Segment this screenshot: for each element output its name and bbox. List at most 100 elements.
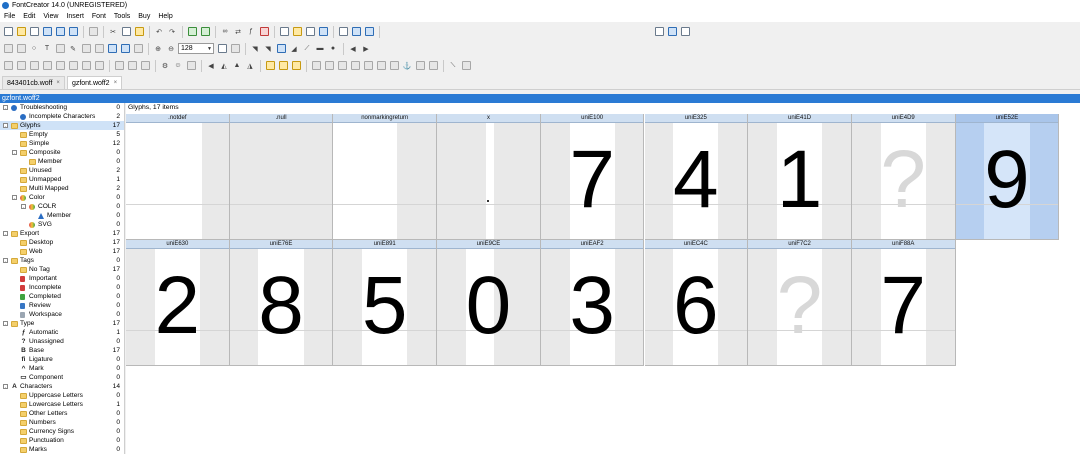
tree-item-unassigned[interactable]: ? Unassigned 0 (0, 337, 124, 346)
color-stroke-icon[interactable] (277, 60, 289, 72)
arrow-right-icon[interactable]: ◮ (244, 60, 256, 72)
metrics-lines-icon[interactable] (349, 60, 361, 72)
rectangle-shape-icon[interactable]: ▬ (314, 43, 326, 55)
font-properties-icon[interactable] (278, 26, 290, 38)
validate-icon[interactable] (317, 26, 329, 38)
tree-item-incomplete[interactable]: Incomplete 0 (0, 283, 124, 292)
tree-item-glyphs[interactable]: - Glyphs 17 (0, 121, 124, 130)
guides-icon[interactable] (323, 60, 335, 72)
skew-icon[interactable] (80, 60, 92, 72)
tree-item-punctuation[interactable]: Punctuation 0 (0, 436, 124, 445)
tree-item-troubleshooting[interactable]: - Troubleshooting 0 (0, 103, 124, 112)
tree-item-web[interactable]: Web 17 (0, 247, 124, 256)
unlink-icon[interactable]: ⇄ (232, 26, 244, 38)
intersect-icon[interactable] (126, 60, 138, 72)
pointer-mode-icon[interactable] (119, 43, 131, 55)
glyph-cell[interactable]: .notdef (126, 114, 230, 240)
arrow-up-icon[interactable]: ▲ (231, 60, 243, 72)
picture-icon[interactable] (275, 43, 287, 55)
save-icon[interactable] (41, 26, 53, 38)
measure-icon[interactable]: ⟋ (301, 43, 313, 55)
glyph-cell[interactable]: uniE9CE 0 (437, 240, 541, 366)
link-icon[interactable]: ∞ (219, 26, 231, 38)
previous-glyph-icon[interactable]: ◀ (347, 43, 359, 55)
lasso-icon[interactable] (15, 43, 27, 55)
copy-icon[interactable] (120, 26, 132, 38)
menu-font[interactable]: Font (92, 13, 106, 20)
tree-item-workspace[interactable]: Workspace 0 (0, 310, 124, 319)
tree-item-characters[interactable]: - A Characters 14 (0, 382, 124, 391)
redo-icon[interactable]: ↷ (166, 26, 178, 38)
bucket-icon[interactable] (93, 43, 105, 55)
select-mode-icon[interactable] (106, 43, 118, 55)
tree-item-base[interactable]: B Base 17 (0, 346, 124, 355)
tree-item-member[interactable]: Member 0 (0, 157, 124, 166)
tree-item-export[interactable]: - Export 17 (0, 229, 124, 238)
arrow-up-left-icon[interactable]: ◭ (218, 60, 230, 72)
tree-item-numbers[interactable]: Numbers 0 (0, 418, 124, 427)
collapse-icon[interactable]: - (12, 150, 17, 155)
anchor-icon[interactable]: ⚓ (401, 60, 413, 72)
rows-icon[interactable] (375, 60, 387, 72)
undo-icon[interactable]: ↶ (153, 26, 165, 38)
glyph-cell[interactable]: uniE76E 8 (229, 240, 334, 366)
subtract-icon[interactable] (139, 60, 151, 72)
tree-item-empty[interactable]: Empty 5 (0, 130, 124, 139)
page-layout-icon[interactable] (666, 26, 678, 38)
save-as-icon[interactable] (54, 26, 66, 38)
node-tool-icon[interactable] (132, 43, 144, 55)
close-icon[interactable]: × (56, 80, 60, 86)
color-fill-icon[interactable] (264, 60, 276, 72)
tree-item-ligature[interactable]: fi Ligature 0 (0, 355, 124, 364)
glyph-cell[interactable]: uniF7C2? (748, 240, 852, 366)
align-center-icon[interactable] (15, 60, 27, 72)
tree-item-currency-signs[interactable]: Currency Signs 0 (0, 427, 124, 436)
tree-item-marks[interactable]: Marks 0 (0, 445, 124, 454)
tree-item-completed[interactable]: Completed 0 (0, 292, 124, 301)
text-tool-icon[interactable]: T (41, 43, 53, 55)
menu-help[interactable]: Help (158, 13, 172, 20)
measure-tool-icon[interactable] (185, 60, 197, 72)
color-swap-icon[interactable] (290, 60, 302, 72)
collapse-icon[interactable]: - (3, 321, 8, 326)
tree-item-member[interactable]: Member 0 (0, 211, 124, 220)
glyph-cell[interactable]: uniE100 7 (540, 114, 645, 240)
tree-item-component[interactable]: ▭ Component 0 (0, 373, 124, 382)
eraser-icon[interactable] (258, 26, 270, 38)
grid-icon[interactable] (310, 60, 322, 72)
glyph-cell[interactable]: uniF88A 7 (851, 240, 956, 366)
columns-icon[interactable] (362, 60, 374, 72)
tree-item-colr[interactable]: - COLR 0 (0, 202, 124, 211)
menu-edit[interactable]: Edit (23, 13, 35, 20)
menu-file[interactable]: File (4, 13, 15, 20)
tree-item-review[interactable]: Review 0 (0, 301, 124, 310)
install-font-icon[interactable] (363, 26, 375, 38)
align-left-icon[interactable] (2, 60, 14, 72)
kerning-icon[interactable] (427, 60, 439, 72)
tree-item-uppercase-letters[interactable]: Uppercase Letters 0 (0, 391, 124, 400)
scale-icon[interactable] (93, 60, 105, 72)
tree-item-color[interactable]: - Color 0 (0, 193, 124, 202)
contour-icon[interactable] (80, 43, 92, 55)
glyph-cell[interactable]: uniE4D9? (851, 114, 956, 240)
zoom-in-icon[interactable]: ⊕ (152, 43, 164, 55)
test-font-icon[interactable] (304, 26, 316, 38)
pen-icon[interactable]: ✎ (67, 43, 79, 55)
glyph-cell[interactable]: uniEC4C 6 (644, 240, 749, 366)
corner-icon[interactable]: ◥ (249, 43, 261, 55)
menu-view[interactable]: View (43, 13, 58, 20)
union-icon[interactable] (113, 60, 125, 72)
tree-item-other-letters[interactable]: Other Letters 0 (0, 409, 124, 418)
collapse-icon[interactable]: - (3, 123, 8, 128)
close-icon[interactable]: × (114, 80, 118, 86)
image-tool-icon[interactable] (54, 43, 66, 55)
glyph-cell[interactable]: uniE325 4 (644, 114, 749, 240)
paste-icon[interactable] (133, 26, 145, 38)
glyph-cell[interactable]: uniEAF2 3 (540, 240, 645, 366)
table-icon[interactable] (388, 60, 400, 72)
glyph-transform-icon[interactable] (186, 26, 198, 38)
tree-item-mark[interactable]: ^ Mark 0 (0, 364, 124, 373)
glyph-metrics-icon[interactable] (199, 26, 211, 38)
menu-insert[interactable]: Insert (66, 13, 84, 20)
font-settings-icon[interactable] (291, 26, 303, 38)
